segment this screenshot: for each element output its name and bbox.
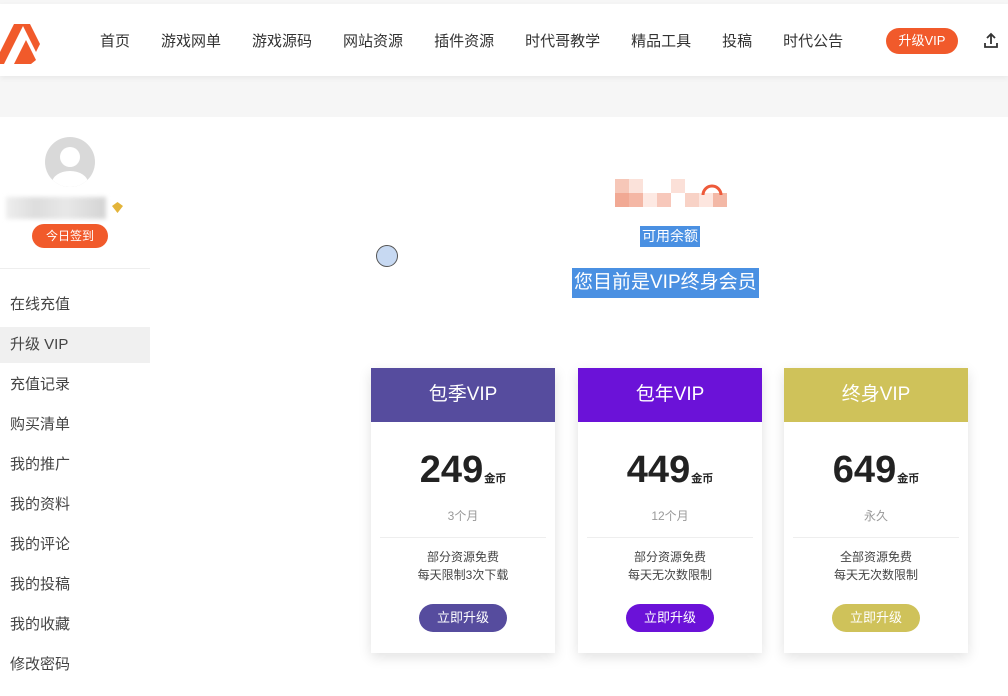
upgrade-button[interactable]: 立即升级	[626, 604, 714, 632]
plan-card-quarterly: 包季VIP 249金币 3个月 部分资源免费 每天限制3次下载 立即升级	[371, 368, 555, 653]
vip-status-text: 您目前是VIP终身会员	[572, 268, 759, 298]
nav-submit[interactable]: 投稿	[722, 30, 752, 51]
menu-favorites[interactable]: 我的收藏	[0, 607, 150, 643]
divider	[380, 537, 546, 538]
plan-description: 部分资源免费 每天无次数限制	[627, 550, 712, 582]
plan-price: 649金币	[832, 449, 920, 491]
upgrade-button[interactable]: 立即升级	[419, 604, 507, 632]
user-sidebar: 今日签到 在线充值 升级 VIP 充值记录 购买清单 我的推广 我的资料 我的评…	[0, 117, 170, 696]
main-nav: 首页 游戏网单 游戏源码 网站资源 插件资源 时代哥教学 精品工具 投稿 时代公…	[100, 4, 874, 76]
username-blurred	[6, 197, 106, 219]
vip-badge-icon	[111, 201, 124, 214]
nav-game-items[interactable]: 游戏网单	[161, 30, 221, 51]
plan-card-lifetime: 终身VIP 649金币 永久 全部资源免费 每天无次数限制 立即升级	[784, 368, 968, 653]
menu-submissions[interactable]: 我的投稿	[0, 567, 150, 603]
plan-price: 449金币	[626, 449, 714, 491]
site-logo[interactable]	[0, 14, 40, 70]
nav-site-resources[interactable]: 网站资源	[343, 30, 403, 51]
plan-description: 全部资源免费 每天无次数限制	[833, 550, 918, 582]
upgrade-button[interactable]: 立即升级	[832, 604, 920, 632]
plan-title: 包年VIP	[578, 368, 762, 422]
plan-period: 3个月	[447, 509, 479, 523]
divider	[793, 537, 959, 538]
divider	[0, 268, 150, 269]
vip-main: 可用余额 您目前是VIP终身会员 包季VIP 249金币 3个月 部分资源免费每…	[170, 117, 1008, 696]
plan-price: 249金币	[419, 449, 507, 491]
plan-description: 部分资源免费 每天限制3次下载	[417, 550, 509, 582]
plan-card-yearly: 包年VIP 449金币 12个月 部分资源免费 每天无次数限制 立即升级	[578, 368, 762, 653]
user-menu: 在线充值 升级 VIP 充值记录 购买清单 我的推广 我的资料 我的评论 我的投…	[0, 287, 150, 687]
checkin-button[interactable]: 今日签到	[32, 224, 108, 248]
mouse-cursor-icon	[376, 245, 398, 267]
menu-referrals[interactable]: 我的推广	[0, 447, 150, 483]
plan-title: 终身VIP	[784, 368, 968, 422]
balance-amount-blurred	[615, 179, 735, 223]
available-balance-label: 可用余额	[640, 226, 700, 247]
nav-home[interactable]: 首页	[100, 30, 130, 51]
plan-title: 包季VIP	[371, 368, 555, 422]
site-header: 首页 游戏网单 游戏源码 网站资源 插件资源 时代哥教学 精品工具 投稿 时代公…	[0, 4, 1008, 76]
menu-purchases[interactable]: 购买清单	[0, 407, 150, 443]
nav-tutorials[interactable]: 时代哥教学	[525, 30, 600, 51]
menu-recharge-history[interactable]: 充值记录	[0, 367, 150, 403]
upload-icon[interactable]	[982, 32, 1000, 50]
upgrade-vip-button[interactable]: 升级VIP	[886, 28, 958, 54]
nav-announcements[interactable]: 时代公告	[783, 30, 843, 51]
nav-plugin-resources[interactable]: 插件资源	[434, 30, 494, 51]
nav-game-source[interactable]: 游戏源码	[252, 30, 312, 51]
menu-upgrade-vip[interactable]: 升级 VIP	[0, 327, 150, 363]
avatar[interactable]	[45, 137, 95, 187]
plan-period: 永久	[863, 509, 888, 523]
menu-recharge[interactable]: 在线充值	[0, 287, 150, 323]
divider	[587, 537, 753, 538]
menu-profile[interactable]: 我的资料	[0, 487, 150, 523]
plan-period: 12个月	[651, 509, 689, 523]
nav-tools[interactable]: 精品工具	[631, 30, 691, 51]
menu-change-password[interactable]: 修改密码	[0, 647, 150, 683]
menu-comments[interactable]: 我的评论	[0, 527, 150, 563]
